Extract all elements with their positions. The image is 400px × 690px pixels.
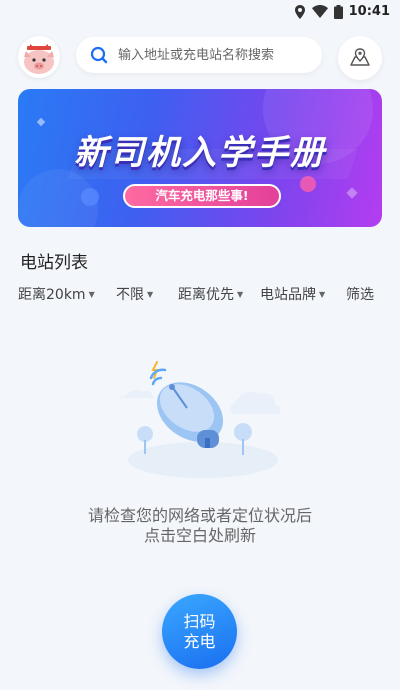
map-button[interactable] — [338, 36, 382, 80]
status-icons: 10:41 — [294, 4, 390, 19]
battery-icon — [333, 4, 343, 19]
banner-title: 新司机入学手册 — [74, 133, 326, 173]
filter-distance-label: 距离20km — [18, 287, 86, 303]
avatar[interactable] — [18, 36, 60, 78]
scan-button-line1: 扫码 — [183, 611, 216, 631]
promo-banner[interactable]: 新司机入学手册 汽车充电那些事! — [18, 89, 382, 227]
filter-distance[interactable]: 距离20km ▼ — [18, 284, 95, 304]
caret-down-icon: ▼ — [88, 290, 95, 299]
caret-down-icon: ▼ — [319, 290, 326, 299]
search-input[interactable] — [116, 46, 310, 64]
status-time: 10:41 — [348, 4, 390, 19]
filter-more[interactable]: 筛选 — [346, 284, 374, 304]
filter-limit-label: 不限 — [116, 287, 144, 303]
filter-bar: 距离20km ▼ 不限 ▼ 距离优先 ▼ 电站品牌 ▼ 筛选 — [18, 284, 382, 304]
wifi-icon — [311, 5, 328, 18]
caret-down-icon: ▼ — [237, 290, 244, 299]
banner-subtitle: 汽车充电那些事! — [123, 184, 281, 208]
filter-brand-label: 电站品牌 — [260, 287, 316, 303]
empty-state-area[interactable] — [115, 342, 285, 482]
scan-charge-button[interactable]: 扫码 充电 — [162, 594, 237, 669]
status-bar: 10:41 — [0, 0, 400, 24]
empty-message-line2: 点击空白处刷新 — [143, 526, 256, 545]
search-icon — [90, 46, 108, 64]
location-icon — [294, 4, 305, 19]
filter-limit[interactable]: 不限 ▼ — [116, 284, 153, 304]
search-bar[interactable] — [76, 37, 322, 73]
filter-sort-label: 距离优先 — [178, 287, 234, 303]
scan-button-line2: 充电 — [183, 631, 216, 651]
map-pin-icon — [350, 48, 370, 66]
filter-brand[interactable]: 电站品牌 ▼ — [260, 284, 325, 304]
satellite-dish-icon — [120, 361, 281, 478]
filter-more-label: 筛选 — [346, 287, 374, 303]
caret-down-icon: ▼ — [147, 290, 154, 299]
filter-sort[interactable]: 距离优先 ▼ — [178, 284, 243, 304]
section-title: 电站列表 — [20, 253, 88, 273]
pig-avatar-icon — [24, 44, 54, 74]
